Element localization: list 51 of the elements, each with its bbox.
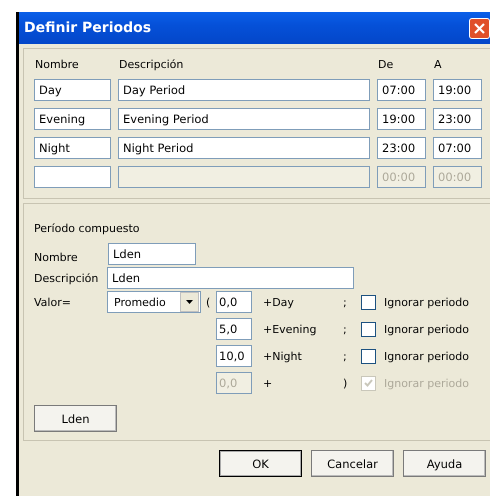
weight-field[interactable]: 10,0: [216, 345, 252, 367]
paren-text: (: [206, 296, 210, 308]
term-label: +: [262, 376, 274, 390]
field-label: Valor=: [34, 296, 71, 308]
term-label: +Night: [262, 350, 303, 362]
field-label: Nombre: [34, 250, 79, 264]
weight-field[interactable]: 5,0: [216, 318, 252, 340]
lden-button[interactable]: Lden: [34, 405, 117, 432]
from-time-field[interactable]: 23:00: [377, 137, 426, 159]
name-field[interactable]: Evening: [34, 108, 111, 130]
field-label: Descripción: [34, 272, 100, 284]
column-header: Descripción: [118, 58, 184, 72]
from-time-field[interactable]: 07:00: [377, 79, 426, 101]
to-time-field[interactable]: 19:00: [433, 79, 482, 101]
checkbox-label: Ignorar periodo: [384, 376, 469, 390]
section-title: Período compuesto: [34, 222, 140, 234]
checkbox-label: Ignorar periodo: [384, 350, 469, 362]
name-field[interactable]: Lden: [108, 243, 196, 265]
checkbox-label: Ignorar periodo: [384, 322, 469, 336]
dialog-button[interactable]: Cancelar: [311, 450, 394, 477]
weight-field[interactable]: 0,0: [216, 291, 252, 313]
description-field[interactable]: Day Period: [118, 79, 370, 101]
description-field[interactable]: Evening Period: [118, 108, 370, 130]
checkbox-label: Ignorar periodo: [384, 296, 469, 308]
column-header: A: [433, 58, 443, 72]
operation-dropdown[interactable]: Promedio: [107, 291, 201, 313]
separator-text: ;: [342, 322, 348, 336]
dialog-button[interactable]: OK: [219, 450, 302, 477]
from-time-field[interactable]: 19:00: [377, 108, 426, 130]
checkbox[interactable]: [361, 322, 376, 336]
separator-text: ): [342, 376, 348, 390]
to-time-field[interactable]: 07:00: [433, 137, 482, 159]
close-icon: [474, 22, 485, 34]
dialog-button[interactable]: Ayuda: [403, 450, 486, 477]
term-label: +Day: [262, 296, 295, 308]
description-field[interactable]: Lden: [107, 267, 354, 289]
name-field[interactable]: Day: [34, 79, 111, 101]
window-title: Definir Periodos: [24, 20, 152, 36]
column-header: Nombre: [34, 58, 80, 72]
name-field[interactable]: Night: [34, 137, 111, 159]
description-field[interactable]: Night Period: [118, 137, 370, 159]
separator-text: ;: [342, 350, 348, 362]
column-header: De: [377, 58, 394, 72]
to-time-field[interactable]: 23:00: [433, 108, 482, 130]
close-button[interactable]: [469, 18, 490, 38]
check-icon: [364, 379, 373, 387]
separator-text: ;: [342, 296, 348, 308]
checkbox[interactable]: [361, 294, 376, 310]
name-field[interactable]: [34, 166, 111, 188]
term-label: +Evening: [262, 322, 318, 336]
checkbox[interactable]: [361, 348, 376, 364]
